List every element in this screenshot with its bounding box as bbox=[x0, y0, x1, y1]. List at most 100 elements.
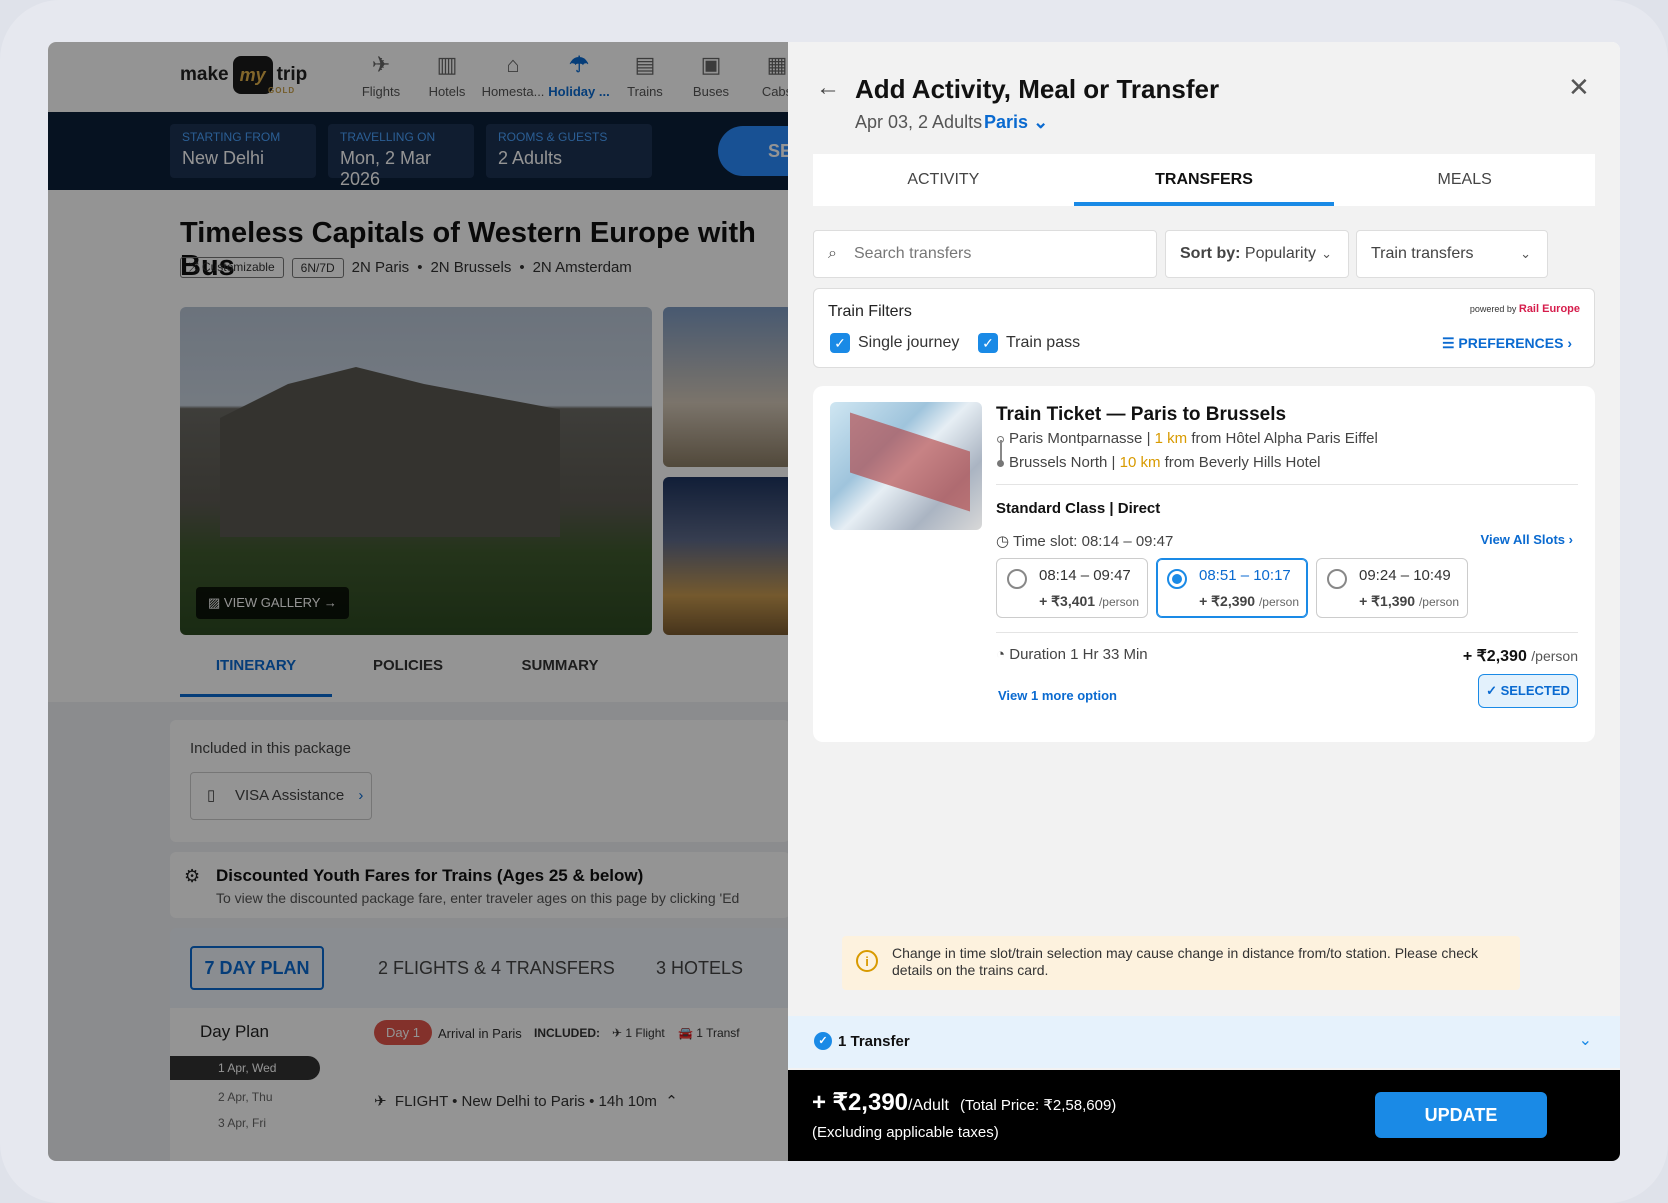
radio-icon bbox=[1327, 569, 1347, 589]
drawer-header: ← Add Activity, Meal or Transfer Apr 03,… bbox=[788, 42, 1620, 150]
footer-price-unit: /Adult bbox=[908, 1097, 949, 1114]
station-name: Brussels North | bbox=[1009, 454, 1116, 471]
clock-icon: ◷ bbox=[996, 533, 1013, 550]
view-all-slots-link[interactable]: View All Slots › bbox=[1481, 532, 1573, 547]
train-image-shape bbox=[850, 412, 970, 512]
duration: ◔ Duration 1 Hr 33 Min bbox=[996, 646, 1148, 663]
powered-by: powered by Rail Europe bbox=[1470, 303, 1580, 315]
slot-time: 09:24 – 10:49 bbox=[1359, 567, 1451, 584]
train-card: Train Ticket — Paris to Brussels Paris M… bbox=[813, 386, 1595, 742]
origin-station: Paris Montparnasse | 1 km from Hôtel Alp… bbox=[1009, 430, 1378, 447]
tab-activity[interactable]: ACTIVITY bbox=[813, 154, 1074, 206]
add-activity-drawer: ← Add Activity, Meal or Transfer Apr 03,… bbox=[788, 42, 1620, 1161]
station-name: Paris Montparnasse | bbox=[1009, 430, 1151, 447]
slot-price: + ₹2,390 /person bbox=[1199, 593, 1299, 610]
slot-option[interactable]: 09:24 – 10:49 + ₹1,390 /person bbox=[1316, 558, 1468, 618]
destination-station: Brussels North | 10 km from Beverly Hill… bbox=[1009, 454, 1321, 471]
footer-total: (Total Price: ₹2,58,609) bbox=[960, 1097, 1117, 1114]
single-journey-checkbox[interactable]: ✓ Single journey bbox=[830, 333, 959, 353]
destination-dot-icon bbox=[997, 460, 1004, 467]
check-circle-icon: ✓ bbox=[814, 1032, 832, 1050]
check-icon: ✓ bbox=[830, 333, 850, 353]
info-icon: i bbox=[856, 950, 878, 972]
footer-price: + ₹2,390/Adult bbox=[812, 1088, 949, 1117]
drawer-subtitle: Apr 03, 2 Adults bbox=[855, 112, 983, 132]
screen: make my trip GOLD ✈ Flights ▥ Hotels ⌂ Home… bbox=[48, 42, 1620, 1161]
transfer-summary-bar[interactable]: ✓ 1 Transfer ⌄ bbox=[788, 1016, 1620, 1068]
device-frame: make my trip GOLD ✈ Flights ▥ Hotels ⌂ Home… bbox=[0, 0, 1668, 1203]
footer-price-value: + ₹2,390 bbox=[812, 1089, 909, 1116]
view-more-option-link[interactable]: View 1 more option bbox=[998, 688, 1117, 703]
search-transfers-input[interactable]: ⌕ Search transfers bbox=[813, 230, 1157, 278]
search-icon: ⌕ bbox=[828, 245, 837, 262]
radio-icon bbox=[1007, 569, 1027, 589]
slot-price-unit: /person bbox=[1258, 595, 1299, 609]
price-value: + ₹2,390 bbox=[1462, 648, 1527, 665]
distance: 1 km bbox=[1154, 430, 1188, 447]
warning-text: Change in time slot/train selection may … bbox=[892, 945, 1478, 978]
slot-price-value: + ₹1,390 bbox=[1359, 593, 1416, 609]
per-person-price: + ₹2,390 /person bbox=[1463, 646, 1578, 666]
slot-option[interactable]: 08:14 – 09:47 + ₹3,401 /person bbox=[996, 558, 1148, 618]
slot-time: 08:51 – 10:17 bbox=[1199, 567, 1291, 584]
time-slot: ◷ Time slot: 08:14 – 09:47 bbox=[996, 532, 1173, 550]
train-filters: Train Filters powered by Rail Europe ✓ Si… bbox=[813, 288, 1595, 368]
hotel-ref: from Hôtel Alpha Paris Eiffel bbox=[1191, 430, 1378, 447]
footer-tax-note: (Excluding applicable taxes) bbox=[812, 1124, 999, 1141]
drawer-tabs: ACTIVITY TRANSFERS MEALS bbox=[813, 154, 1595, 206]
slot-option-selected[interactable]: 08:51 – 10:17 + ₹2,390 /person bbox=[1156, 558, 1308, 618]
hotel-ref: from Beverly Hills Hotel bbox=[1164, 454, 1321, 471]
sort-dropdown[interactable]: Sort by: Popularity ⌄ bbox=[1165, 230, 1349, 278]
train-pass-checkbox[interactable]: ✓ Train pass bbox=[978, 333, 1080, 353]
slot-time: 08:14 – 09:47 bbox=[1039, 567, 1131, 584]
selected-label: SELECTED bbox=[1500, 683, 1570, 698]
slot-price-unit: /person bbox=[1418, 595, 1459, 609]
rail-europe-logo: Rail Europe bbox=[1518, 303, 1580, 315]
chevron-down-icon: ⌄ bbox=[1321, 246, 1332, 261]
radio-selected-icon bbox=[1167, 569, 1187, 589]
city-selector[interactable]: Paris ⌄ bbox=[984, 112, 1048, 133]
divider bbox=[996, 484, 1578, 485]
slot-price-unit: /person bbox=[1098, 595, 1139, 609]
search-placeholder: Search transfers bbox=[854, 245, 972, 262]
slot-price: + ₹3,401 /person bbox=[1039, 593, 1139, 610]
background-page: make my trip GOLD ✈ Flights ▥ Hotels ⌂ Home… bbox=[48, 42, 788, 1161]
transfer-count-text: 1 Transfer bbox=[838, 1032, 910, 1050]
slot-price: + ₹1,390 /person bbox=[1359, 593, 1459, 610]
close-icon[interactable]: ✕ bbox=[1568, 72, 1590, 103]
transfer-type-dropdown[interactable]: Train transfers ⌄ bbox=[1356, 230, 1548, 278]
tab-transfers[interactable]: TRANSFERS bbox=[1073, 154, 1335, 206]
chevron-down-icon[interactable]: ⌄ bbox=[1579, 1030, 1592, 1050]
city-label: Paris bbox=[984, 112, 1029, 132]
preferences-button[interactable]: ☰ PREFERENCES › bbox=[1442, 335, 1572, 352]
warning-banner: i Change in time slot/train selection ma… bbox=[842, 936, 1520, 990]
slot-price-value: + ₹3,401 bbox=[1039, 593, 1096, 609]
time-slot-text: Time slot: 08:14 – 09:47 bbox=[1013, 533, 1174, 550]
check-icon: ✓ bbox=[978, 333, 998, 353]
back-arrow-icon[interactable]: ← bbox=[816, 74, 840, 102]
divider bbox=[996, 632, 1578, 633]
chevron-down-icon: ⌄ bbox=[1033, 112, 1049, 132]
view-all-slots-label: View All Slots bbox=[1480, 532, 1566, 547]
duration-text: Duration 1 Hr 33 Min bbox=[1009, 646, 1148, 663]
update-button[interactable]: UPDATE bbox=[1375, 1092, 1547, 1138]
sort-value: Popularity bbox=[1244, 245, 1317, 262]
sliders-icon: ☰ bbox=[1441, 335, 1459, 351]
preferences-label: PREFERENCES bbox=[1458, 335, 1564, 351]
slot-price-value: + ₹2,390 bbox=[1199, 593, 1256, 609]
route-line bbox=[1000, 440, 1002, 462]
transfer-type-value: Train transfers bbox=[1371, 245, 1474, 262]
drawer-title: Add Activity, Meal or Transfer bbox=[855, 74, 1220, 104]
chevron-down-icon: ⌄ bbox=[1520, 246, 1531, 261]
modal-overlay[interactable] bbox=[48, 42, 788, 1161]
class-info: Standard Class | Direct bbox=[996, 500, 1161, 517]
drawer-footer: + ₹2,390/Adult (Total Price: ₹2,58,609) … bbox=[788, 1070, 1620, 1161]
filters-heading: Train Filters bbox=[828, 303, 912, 320]
checkbox-label: Single journey bbox=[858, 334, 960, 351]
selected-button[interactable]: ✓ SELECTED bbox=[1478, 674, 1578, 708]
tab-meals[interactable]: MEALS bbox=[1334, 154, 1595, 206]
checkbox-label: Train pass bbox=[1006, 334, 1081, 351]
duration-icon: ◔ bbox=[996, 646, 1010, 663]
transfer-count: ✓ 1 Transfer bbox=[814, 1032, 910, 1050]
sort-label: Sort by: bbox=[1180, 245, 1241, 262]
